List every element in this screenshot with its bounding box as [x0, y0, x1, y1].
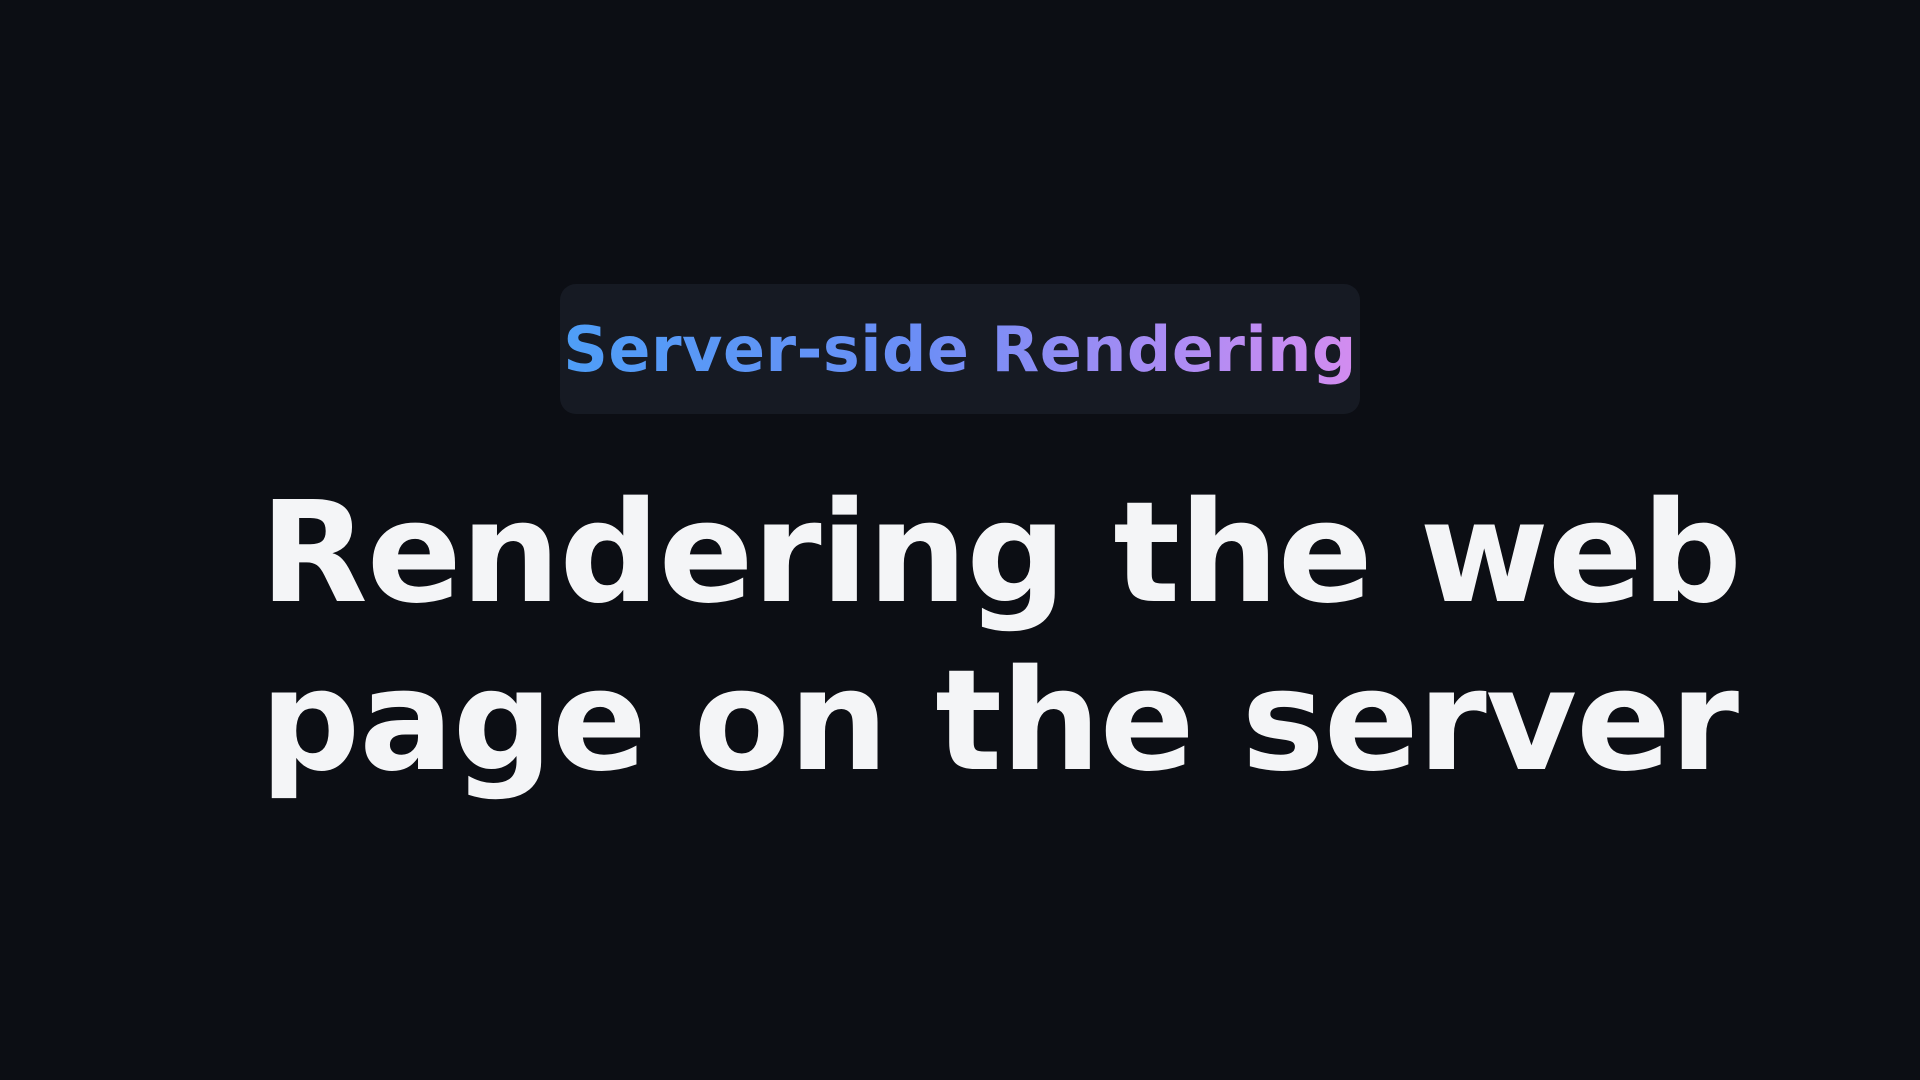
headline-line-2: page on the server: [260, 640, 1739, 803]
topic-tag: Server-side Rendering: [560, 284, 1360, 414]
topic-tag-label: Server-side Rendering: [563, 312, 1357, 386]
slide: Server-side Rendering Rendering the web …: [0, 0, 1920, 1080]
headline-line-1: Rendering the web: [260, 472, 1742, 635]
slide-headline: Rendering the web page on the server: [260, 470, 1742, 806]
